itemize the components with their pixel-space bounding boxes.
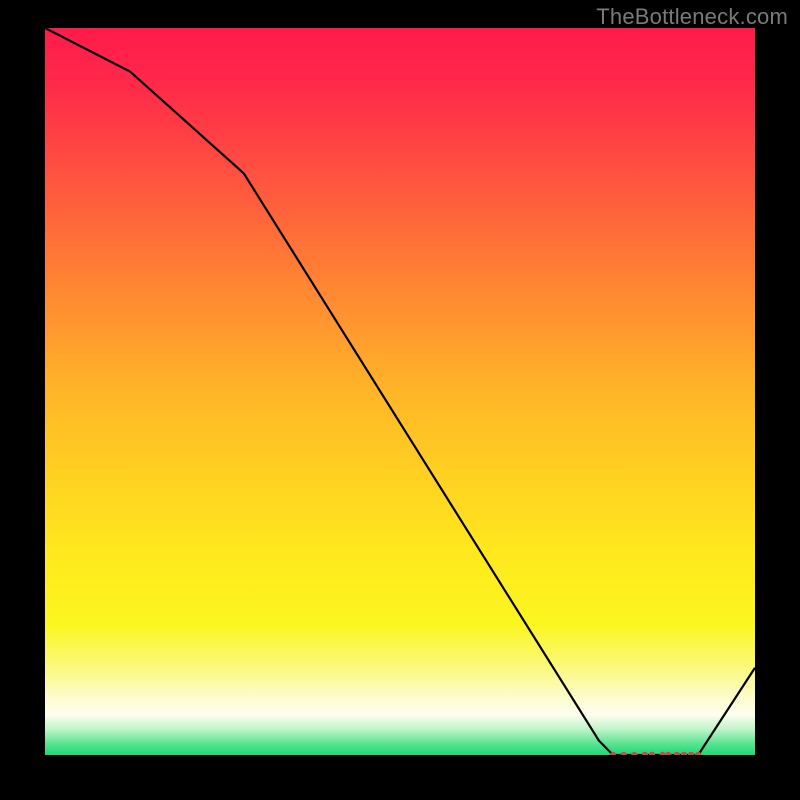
- chart-svg: [45, 28, 755, 755]
- chart-frame: TheBottleneck.com: [0, 0, 800, 800]
- watermark-text: TheBottleneck.com: [596, 4, 788, 30]
- plot-area: [45, 28, 755, 755]
- chart-background: [45, 28, 755, 755]
